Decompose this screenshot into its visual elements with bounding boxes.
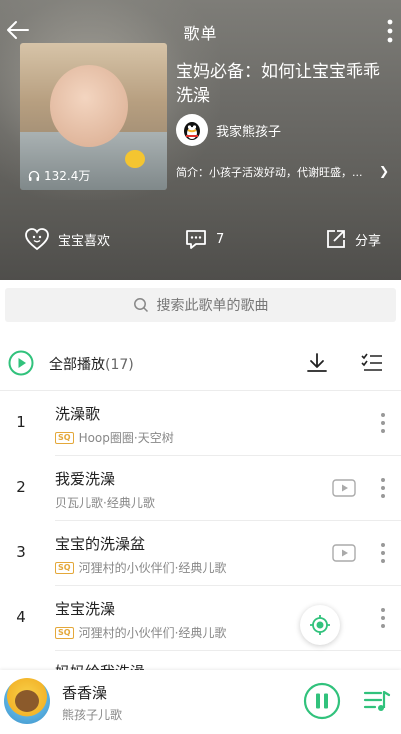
more-vertical-icon[interactable] (383, 18, 397, 44)
page-title: 歌单 (183, 24, 218, 43)
song-title: 洗澡歌 (55, 405, 101, 423)
song-artist: 贝瓦儿歌·经典儿歌 (55, 496, 155, 510)
play-count-value: 132.4万 (44, 169, 91, 183)
song-artist: 河狸村的小伙伴们·经典儿歌 (78, 626, 227, 640)
playlist-intro[interactable]: 简介：小孩子活泼好动，代谢旺盛，... (176, 164, 388, 180)
play-all-row: 全部播放(17) (0, 343, 401, 383)
song-title: 宝宝的洗澡盆 (55, 535, 146, 553)
search-icon (133, 298, 148, 313)
now-playing-cover[interactable] (4, 678, 50, 724)
song-meta: SQ 河狸村的小伙伴们·经典儿歌 (55, 559, 226, 576)
play-all-count: (17) (105, 357, 134, 373)
comment-icon (186, 230, 206, 249)
playlist-queue-icon[interactable] (363, 688, 391, 714)
playlist-header: 歌单 132.4万 宝妈必备：如何让宝宝乖乖洗澡 我家熊孩子 简介：小孩子活泼好… (0, 0, 401, 280)
action-bar: 宝宝喜欢 7 分享 (0, 224, 401, 254)
song-more-icon[interactable] (379, 541, 387, 565)
share-button[interactable]: 分享 (325, 224, 381, 254)
like-label: 宝宝喜欢 (58, 233, 111, 249)
song-row[interactable]: 1 洗澡歌 SQ Hoop圈圈·天空树 (0, 391, 401, 456)
song-meta: SQ Hoop圈圈·天空树 (55, 429, 174, 446)
song-meta: SQ 河狸村的小伙伴们·经典儿歌 (55, 624, 226, 641)
song-search-input[interactable]: 搜索此歌单的歌曲 (5, 288, 396, 322)
now-playing-artist: 熊孩子儿歌 (62, 708, 123, 722)
song-row[interactable]: 4 宝宝洗澡 SQ 河狸村的小伙伴们·经典儿歌 (0, 586, 401, 651)
author-row[interactable]: 我家熊孩子 (176, 114, 281, 146)
song-title: 我爱洗澡 (55, 470, 116, 488)
playlist-name: 宝妈必备：如何让宝宝乖乖洗澡 (176, 62, 380, 106)
heart-icon (25, 228, 49, 251)
song-more-icon[interactable] (379, 476, 387, 500)
download-icon[interactable] (305, 351, 329, 375)
song-index: 3 (16, 543, 26, 561)
song-more-icon[interactable] (379, 606, 387, 630)
mini-player[interactable]: 香香澡 熊孩子儿歌 (0, 670, 401, 734)
sq-quality-badge: SQ (55, 626, 74, 639)
mv-video-icon[interactable] (332, 479, 356, 497)
comment-button[interactable]: 7 (184, 224, 224, 254)
cover-duck-shape (125, 150, 145, 168)
mv-video-icon[interactable] (332, 544, 356, 562)
penguin-icon (184, 122, 200, 140)
playlist-cover[interactable]: 132.4万 (20, 43, 167, 190)
locate-playing-button[interactable] (300, 605, 340, 645)
song-index: 2 (16, 478, 26, 496)
now-playing-title: 香香澡 (62, 684, 108, 702)
headphones-icon (28, 170, 40, 181)
chevron-right-icon[interactable]: ❯ (379, 164, 389, 178)
share-icon (327, 230, 345, 248)
play-circle-icon[interactable] (8, 350, 34, 376)
author-name: 我家熊孩子 (216, 124, 282, 140)
song-row[interactable]: 3 宝宝的洗澡盆 SQ 河狸村的小伙伴们·经典儿歌 (0, 521, 401, 586)
song-row[interactable]: 2 我爱洗澡 贝瓦儿歌·经典儿歌 (0, 456, 401, 521)
song-index: 1 (16, 413, 26, 431)
sq-quality-badge: SQ (55, 431, 74, 444)
author-avatar[interactable] (176, 114, 208, 146)
cover-character-shape (15, 690, 39, 712)
play-all-button[interactable]: 全部播放(17) (49, 354, 134, 374)
song-artist: Hoop圈圈·天空树 (78, 431, 174, 445)
song-title: 宝宝洗澡 (55, 600, 116, 618)
play-count: 132.4万 (28, 167, 90, 184)
manage-list-icon[interactable] (360, 351, 384, 375)
search-placeholder: 搜索此歌单的歌曲 (156, 298, 269, 314)
cover-baby-shape (50, 65, 128, 147)
song-meta: 贝瓦儿歌·经典儿歌 (55, 494, 155, 511)
like-button[interactable]: 宝宝喜欢 (24, 224, 110, 254)
sq-quality-badge: SQ (55, 561, 74, 574)
song-index: 4 (16, 608, 26, 626)
song-more-icon[interactable] (379, 411, 387, 435)
target-icon (310, 615, 330, 635)
play-all-label: 全部播放 (49, 357, 105, 373)
pause-icon[interactable] (303, 682, 341, 720)
share-label: 分享 (355, 233, 382, 249)
song-artist: 河狸村的小伙伴们·经典儿歌 (78, 561, 227, 575)
comment-count: 7 (216, 231, 225, 247)
